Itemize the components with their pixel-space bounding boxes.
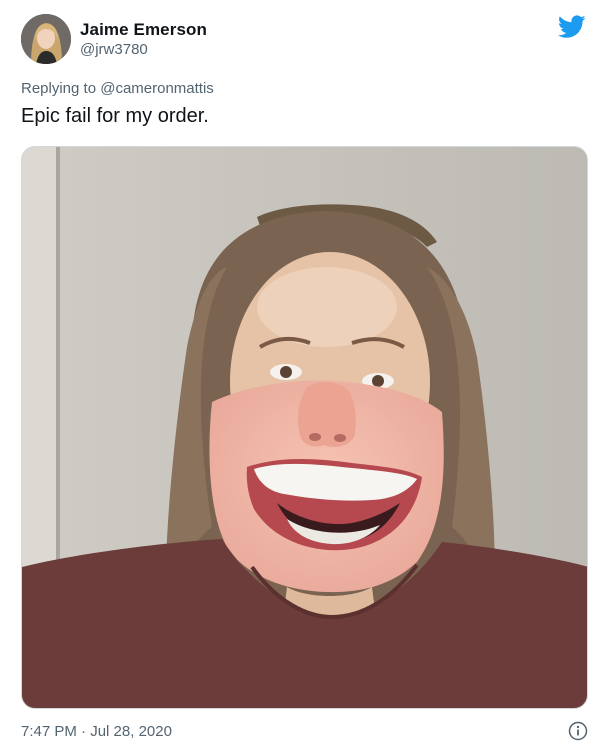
timestamp-date: Jul 28, 2020 bbox=[90, 723, 172, 740]
timestamp-time: 7:47 PM bbox=[21, 723, 77, 740]
tweet-timestamp[interactable]: 7:47 PM · Jul 28, 2020 bbox=[21, 723, 172, 740]
timestamp-separator: · bbox=[76, 723, 91, 740]
author-name[interactable]: Jaime Emerson bbox=[80, 20, 207, 40]
avatar[interactable] bbox=[21, 14, 71, 64]
tweet-text: Epic fail for my order. bbox=[21, 105, 209, 127]
selfie-photo bbox=[22, 147, 587, 708]
tweet-photo[interactable] bbox=[21, 146, 588, 709]
reply-prefix: Replying to bbox=[21, 80, 101, 97]
author-handle[interactable]: @jrw3780 bbox=[80, 41, 148, 58]
reply-mention-link[interactable]: @cameronmattis bbox=[100, 80, 214, 97]
tweet-card: Jaime Emerson @jrw3780 Replying to @came… bbox=[0, 0, 597, 750]
twitter-bird-icon[interactable] bbox=[558, 15, 586, 39]
reply-context: Replying to @cameronmattis bbox=[21, 80, 214, 97]
info-icon[interactable] bbox=[568, 721, 588, 741]
